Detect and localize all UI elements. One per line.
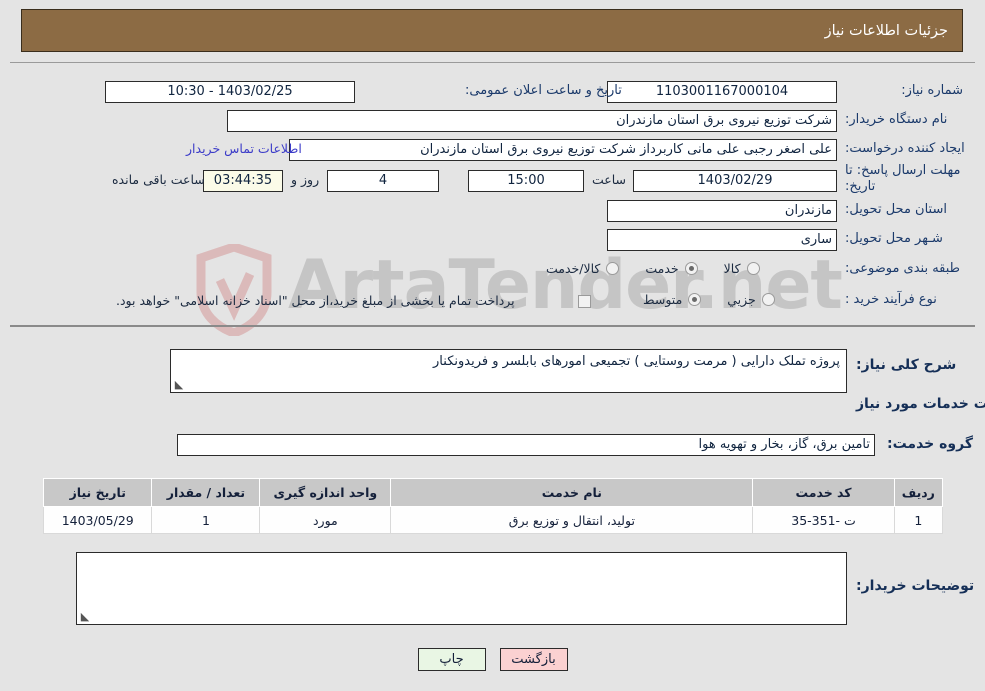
process-type-label: نوع فرآیند خرید : [845,292,937,307]
category-option-kala-khedmat-label: کالا/خدمت [546,261,601,276]
col-name: نام خدمت [390,478,754,507]
resize-grip-icon-notes[interactable]: ◢ [79,610,91,623]
remaining-suffix-label: ساعت باقی مانده [112,172,205,187]
province-label: استان محل تحویل: [845,202,947,217]
need-number-label-wrap: شماره نیاز: [845,83,963,98]
resize-grip-icon[interactable]: ◢ [173,378,185,391]
province-value[interactable]: مازندران [607,200,837,222]
radio-kala-icon[interactable] [746,262,760,275]
cell-name: تولید، انتقال و توزیع برق [390,506,754,534]
col-unit: واحد اندازه گیری [259,478,392,507]
buyer-contact-link[interactable]: اطلاعات تماس خریدار [186,141,302,156]
general-description-value: پروژه تملک دارایی ( مرمت روستایی ) تجمیع… [433,354,840,369]
services-section-heading: اطلاعات خدمات مورد نیاز [856,396,985,412]
announce-label-wrap: تاریخ و ساعت اعلان عمومی: [465,83,622,98]
category-label-wrap: طبقه بندی موضوعی: [845,261,960,276]
buyer-org-label: نام دستگاه خریدار: [845,112,948,127]
deadline-hour-value[interactable]: 15:00 [468,170,584,192]
col-index: ردیف [893,478,944,507]
province-label-wrap: استان محل تحویل: [845,202,947,217]
radio-khedmat-icon[interactable] [684,262,698,275]
city-label: شـهر محل تحویل: [845,231,943,246]
radio-kala-khedmat-icon[interactable] [606,262,620,275]
remaining-timer-value: 03:44:35 [203,170,283,192]
process-option-motavaset[interactable]: متوسط [643,292,702,307]
buyer-org-label-wrap: نام دستگاه خریدار: [845,112,947,127]
category-option-khedmat[interactable]: خدمت [645,261,698,276]
need-number-label: شماره نیاز: [901,83,963,98]
creator-value[interactable]: علی اصغر رجبی علی مانی کاربرداز شرکت توز… [289,139,837,161]
table-row[interactable]: 1 ت -351-35 تولید، انتقال و توزیع برق مو… [42,506,944,534]
process-label-wrap: نوع فرآیند خرید : [845,292,937,307]
page-title: جزئیات اطلاعات نیاز [824,22,948,39]
treasury-checkbox[interactable] [578,295,591,308]
radio-motavaset-icon[interactable] [688,293,702,306]
back-button[interactable]: بازگشت [499,648,568,671]
table-header-row: ردیف کد خدمت نام خدمت واحد اندازه گیری ت… [42,478,944,507]
cell-code: ت -351-35 [752,506,895,534]
category-option-kala[interactable]: کالا [724,261,760,276]
buyer-notes-textarea[interactable]: ◢ [76,552,847,625]
deadline-label: مهلت ارسال پاسخ: تا تاریخ: [845,163,961,194]
city-value[interactable]: ساری [607,229,837,251]
treasury-checkbox-label: پرداخت تمام یا بخشی از مبلغ خرید،از محل … [116,293,515,308]
service-group-value[interactable]: تامین برق، گاز، بخار و تهویه هوا [177,434,875,456]
need-number-value[interactable]: 1103001167000104 [607,81,837,103]
cell-quantity: 1 [151,506,261,534]
category-radio-group: کالا خدمت کالا/خدمت [520,261,760,276]
cell-need-date: 1403/05/29 [42,506,153,534]
process-option-jozi[interactable]: جزیي [727,292,775,307]
deadline-label-wrap: مهلت ارسال پاسخ: تا تاریخ: [845,163,963,195]
category-option-khedmat-label: خدمت [645,261,679,276]
col-code: کد خدمت [752,478,895,507]
category-option-kala-label: کالا [723,261,741,276]
process-option-motavaset-label: متوسط [643,292,683,307]
general-description-label: شرح کلی نیاز: [856,357,957,373]
footer-buttons: بازگشت چاپ [0,648,985,671]
buyer-org-value[interactable]: شرکت توزیع نیروی برق استان مازندران [227,110,837,132]
city-label-wrap: شـهر محل تحویل: [845,231,943,246]
print-button[interactable]: چاپ [417,648,486,671]
buyer-notes-label: توضیحات خریدار: [856,578,975,594]
category-option-kala-khedmat[interactable]: کالا/خدمت [546,261,620,276]
category-label: طبقه بندی موضوعی: [845,261,961,276]
general-description-textarea[interactable]: پروژه تملک دارایی ( مرمت روستایی ) تجمیع… [170,349,847,393]
cell-unit: مورد [259,506,392,534]
process-radio-group: جزیي متوسط [617,292,775,307]
remaining-days-suffix: روز و [291,172,320,187]
page-header: جزئیات اطلاعات نیاز [21,9,963,52]
announce-datetime-value[interactable]: 1403/02/25 - 10:30 [105,81,355,103]
creator-label-wrap: ایجاد کننده درخواست: [845,141,965,156]
radio-jozi-icon[interactable] [761,293,775,306]
remaining-days-value[interactable]: 4 [327,170,439,192]
process-option-jozi-label: جزیي [727,292,756,307]
service-group-label: گروه خدمت: [887,436,973,452]
col-quantity: تعداد / مقدار [151,478,261,507]
deadline-hour-label: ساعت [592,172,627,187]
col-need-date: تاریخ نیاز [42,478,153,507]
cell-index: 1 [893,506,944,534]
services-table: ردیف کد خدمت نام خدمت واحد اندازه گیری ت… [42,478,944,534]
announce-datetime-label: تاریخ و ساعت اعلان عمومی: [465,83,622,98]
creator-label: ایجاد کننده درخواست: [845,141,965,156]
deadline-date-value[interactable]: 1403/02/29 [633,170,837,192]
